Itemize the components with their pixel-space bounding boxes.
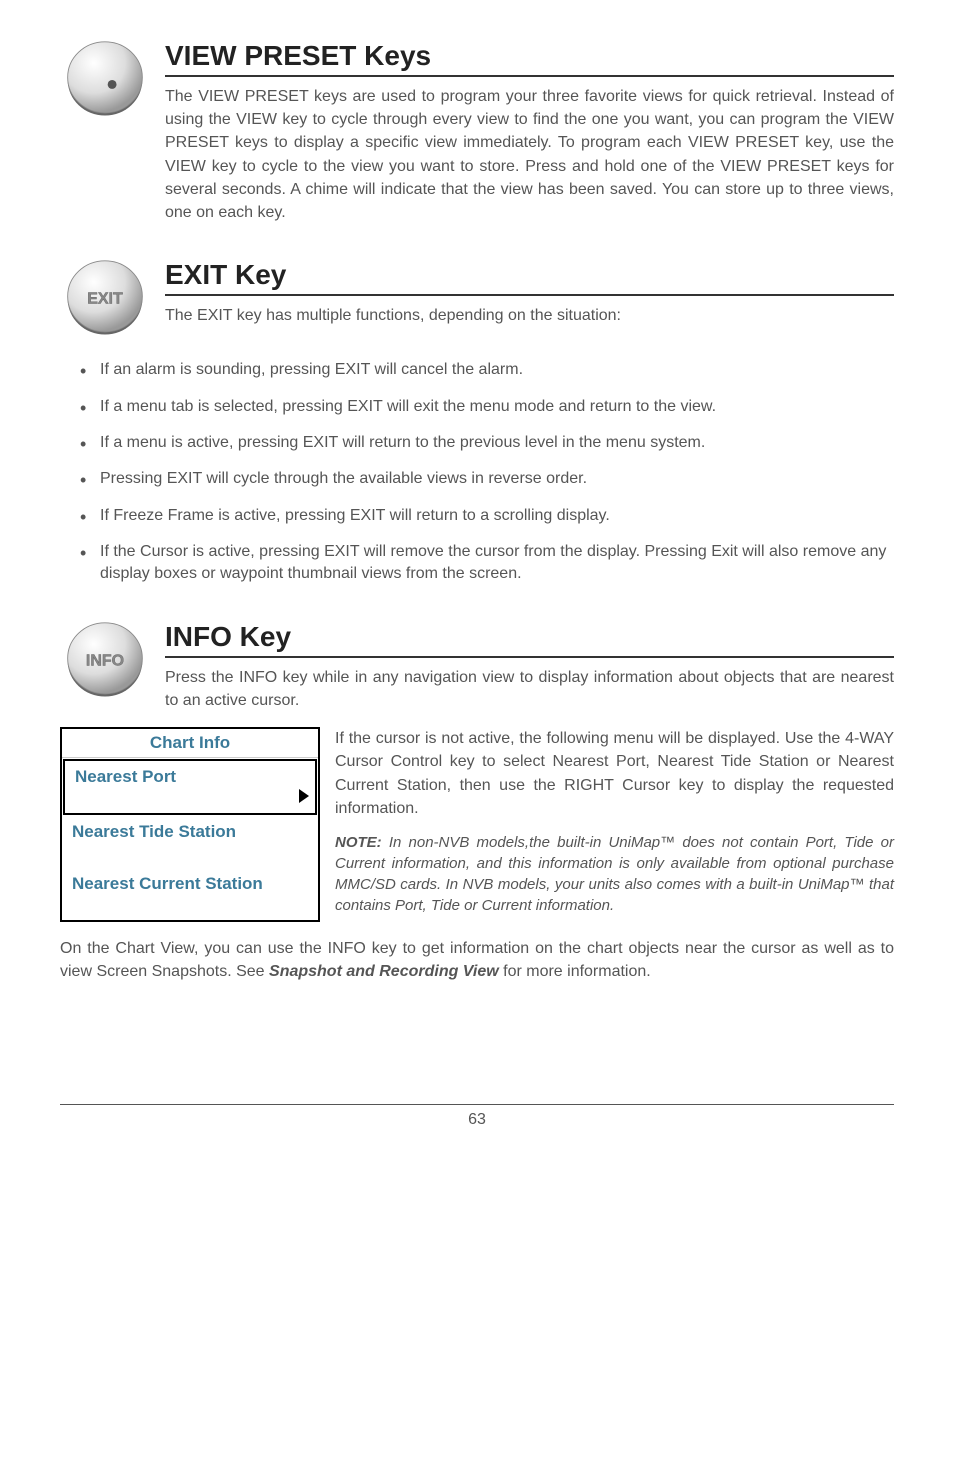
list-item: If the Cursor is active, pressing EXIT w… [80,541,894,586]
chart-info-menu: Chart Info Nearest Port Nearest Tide Sta… [60,727,320,922]
section-intro: The EXIT key has multiple functions, dep… [165,304,894,327]
chevron-right-icon [299,789,309,803]
chart-info-item: Nearest Tide Station [62,816,318,868]
chart-info-item-selected: Nearest Port [63,759,317,815]
note-paragraph: NOTE: In non-NVB models,the built-in Uni… [335,832,894,916]
bottom-paragraph: On the Chart View, you can use the INFO … [60,937,894,983]
list-item: If a menu tab is selected, pressing EXIT… [80,396,894,418]
bottom-text-2: for more information. [499,963,651,980]
section-title: EXIT Key [165,259,894,296]
note-label: NOTE: [335,834,382,851]
exit-button-icon: EXIT [60,259,150,339]
chart-info-item-label: Nearest Port [75,767,176,786]
snapshot-reference: Snapshot and Recording View [269,963,499,980]
section-title: INFO Key [165,621,894,658]
svg-text:INFO: INFO [86,652,124,669]
section-exit-key: EXIT EXIT Key The EXIT key has multiple … [60,259,894,586]
svg-text:EXIT: EXIT [87,291,123,308]
note-body: In non-NVB models,the built-in UniMap™ d… [335,834,894,914]
info-button-icon: INFO [60,621,150,701]
info-paragraph: If the cursor is not active, the followi… [335,727,894,820]
section-header: INFO INFO Key Press the INFO key while i… [60,621,894,712]
page-footer: 63 [60,1104,894,1129]
section-title: VIEW PRESET Keys [165,40,894,77]
chart-info-item: Nearest Current Station [62,868,318,920]
section-info-key: INFO INFO Key Press the INFO key while i… [60,621,894,984]
list-item: If Freeze Frame is active, pressing EXIT… [80,505,894,527]
list-item: If a menu is active, pressing EXIT will … [80,432,894,454]
header-content: VIEW PRESET Keys The VIEW PRESET keys ar… [165,40,894,224]
exit-bullet-list: If an alarm is sounding, pressing EXIT w… [80,359,894,586]
page-number: 63 [468,1111,486,1128]
section-intro: Press the INFO key while in any navigati… [165,666,894,712]
section-header: EXIT EXIT Key The EXIT key has multiple … [60,259,894,339]
chart-info-title: Chart Info [62,729,318,758]
preset-button-icon [60,40,150,120]
section-header: VIEW PRESET Keys The VIEW PRESET keys ar… [60,40,894,224]
header-content: INFO Key Press the INFO key while in any… [165,621,894,712]
list-item: Pressing EXIT will cycle through the ava… [80,468,894,490]
info-right-column: If the cursor is not active, the followi… [335,727,894,916]
list-item: If an alarm is sounding, pressing EXIT w… [80,359,894,381]
header-content: EXIT Key The EXIT key has multiple funct… [165,259,894,327]
section-view-preset: VIEW PRESET Keys The VIEW PRESET keys ar… [60,40,894,224]
section-body: The VIEW PRESET keys are used to program… [165,85,894,224]
info-row: Chart Info Nearest Port Nearest Tide Sta… [60,727,894,922]
